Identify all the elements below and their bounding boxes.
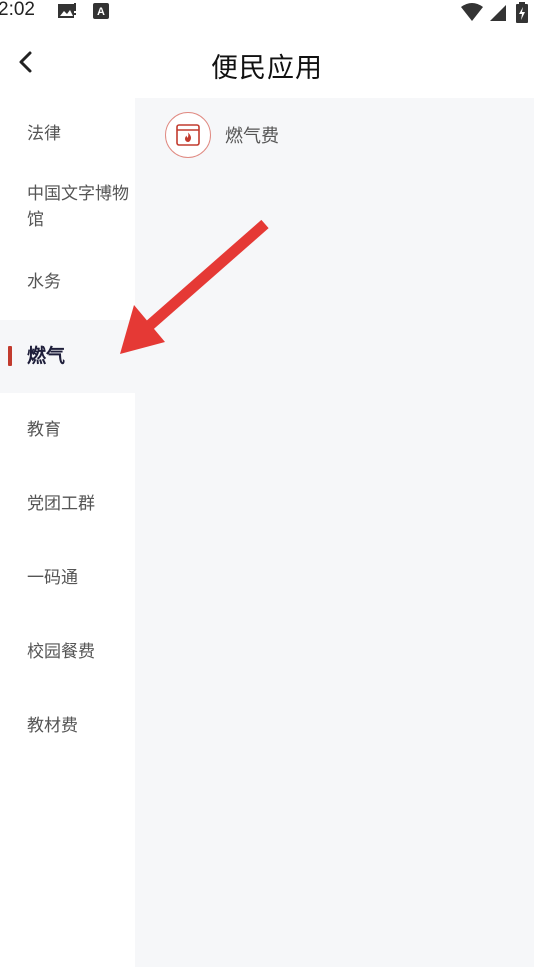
sidebar-item-label: 教材费 xyxy=(27,716,78,736)
battery-charging-icon xyxy=(515,2,529,28)
app-tile-gas-fee[interactable]: 燃气费 xyxy=(165,110,279,160)
category-sidebar: 法律 中国文字博物馆 水务 燃气 教育 党团工群 一码通 校园餐费 教材费 xyxy=(0,98,135,967)
sidebar-item-textbook-fee[interactable]: 教材费 xyxy=(0,689,135,763)
sidebar-item-one-code-pass[interactable]: 一码通 xyxy=(0,541,135,615)
sidebar-item-label: 水务 xyxy=(27,272,61,292)
gallery-icon xyxy=(57,2,77,24)
app-grid: 燃气费 xyxy=(135,98,534,967)
page-title: 便民应用 xyxy=(211,53,323,84)
sidebar-item-education[interactable]: 教育 xyxy=(0,393,135,467)
signal-icon xyxy=(488,2,508,26)
app-bar: 便民应用 xyxy=(0,28,534,98)
sidebar-item-law[interactable]: 法律 xyxy=(0,98,135,172)
sidebar-item-campus-meal-fee[interactable]: 校园餐费 xyxy=(0,615,135,689)
app-tile-label: 燃气费 xyxy=(225,126,279,147)
sidebar-item-party-groups[interactable]: 党团工群 xyxy=(0,467,135,541)
sidebar-item-label: 校园餐费 xyxy=(27,642,95,662)
sidebar-item-label: 党团工群 xyxy=(27,494,95,514)
sidebar-item-label: 法律 xyxy=(27,124,61,144)
sidebar-item-gas[interactable]: 燃气 xyxy=(0,320,135,393)
status-time: 2:02 xyxy=(0,0,35,20)
sidebar-item-label: 中国文字博物馆 xyxy=(27,184,129,230)
sidebar-item-label: 教育 xyxy=(27,420,61,440)
sidebar-item-label: 燃气 xyxy=(27,345,66,367)
status-bar: 2:02 A xyxy=(0,0,534,24)
sidebar-item-chinese-writing-museum[interactable]: 中国文字博物馆 xyxy=(0,172,135,246)
active-indicator xyxy=(8,346,12,366)
wifi-icon xyxy=(460,2,484,26)
sidebar-item-water[interactable]: 水务 xyxy=(0,246,135,320)
svg-text:A: A xyxy=(97,6,105,18)
gas-flame-bill-icon xyxy=(165,112,211,158)
sidebar-item-label: 一码通 xyxy=(27,568,78,588)
text-recognition-icon: A xyxy=(92,2,110,24)
